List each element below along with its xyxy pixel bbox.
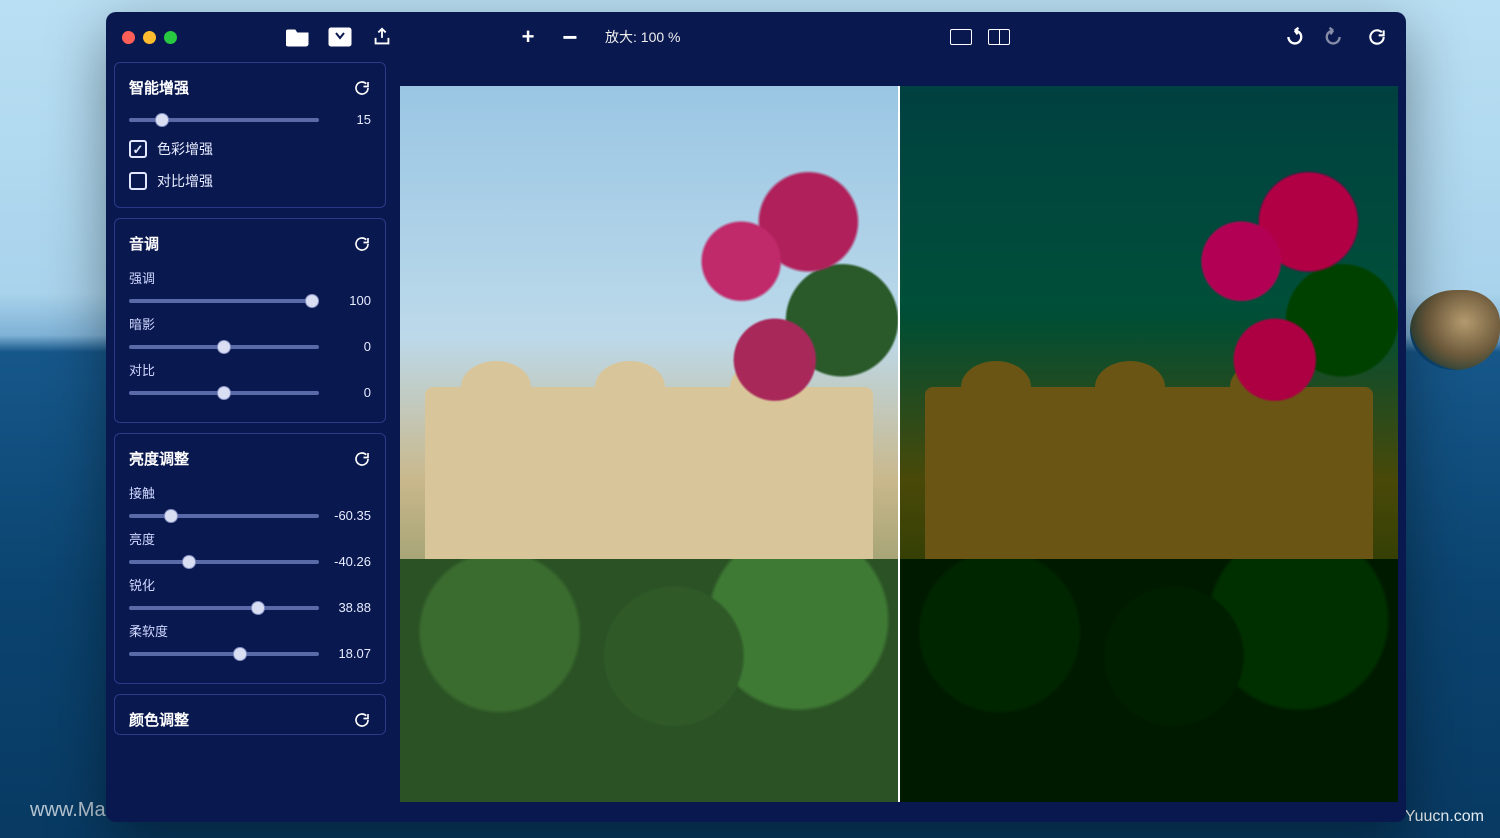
checkbox-label: 色彩增强 [157, 139, 213, 159]
highlights-slider[interactable] [129, 299, 319, 303]
open-folder-icon[interactable]: + [285, 26, 311, 48]
checkbox-icon [129, 172, 147, 190]
slider-value: -60.35 [327, 508, 371, 523]
maximize-window-button[interactable] [164, 31, 177, 44]
save-icon[interactable] [327, 26, 353, 48]
slider-label: 柔软度 [129, 621, 371, 640]
slider-value: 15 [327, 112, 371, 127]
exposure-slider[interactable] [129, 514, 319, 518]
slider-label: 暗影 [129, 314, 371, 333]
smart-enhance-slider[interactable] [129, 118, 319, 122]
zoom-label: 放大: 100 % [605, 27, 680, 47]
history-toolbar-group [1280, 26, 1390, 48]
close-window-button[interactable] [122, 31, 135, 44]
panel-title: 智能增强 [129, 77, 189, 98]
redo-button[interactable] [1322, 26, 1348, 48]
slider-label: 强调 [129, 268, 371, 287]
app-window: + + − 放大: 100 % [106, 12, 1406, 822]
file-toolbar-group: + [285, 26, 395, 48]
slider-label: 对比 [129, 360, 371, 379]
panel-smart-enhance: 智能增强 15 色彩增强 [114, 62, 386, 208]
panel-title: 颜色调整 [129, 709, 189, 730]
view-toolbar-group [950, 29, 1010, 45]
slider-value: 0 [327, 339, 371, 354]
svg-text:+: + [301, 35, 307, 46]
desktop-island [1410, 290, 1500, 370]
panel-brightness: 亮度调整 接触 -60.35 亮度 [114, 433, 386, 684]
share-icon[interactable] [369, 26, 395, 48]
shadows-slider[interactable] [129, 345, 319, 349]
slider-label: 亮度 [129, 529, 371, 548]
slider-value: 38.88 [327, 600, 371, 615]
sharpen-slider[interactable] [129, 606, 319, 610]
checkbox-contrast-enhance[interactable]: 对比增强 [129, 171, 371, 191]
contrast-slider[interactable] [129, 391, 319, 395]
softness-slider[interactable] [129, 652, 319, 656]
panel-tone: 音调 强调 100 暗影 [114, 218, 386, 423]
window-controls [122, 31, 177, 44]
slider-value: -40.26 [327, 554, 371, 569]
minimize-window-button[interactable] [143, 31, 156, 44]
sidebar[interactable]: 智能增强 15 色彩增强 [114, 62, 386, 814]
preview-split [400, 86, 1398, 802]
revert-button[interactable] [1364, 26, 1390, 48]
preview-after[interactable] [900, 86, 1398, 802]
desktop-background: www.MacW.com Yuucn.com + [0, 0, 1500, 838]
panel-title: 亮度调整 [129, 448, 189, 469]
zoom-out-button[interactable]: − [557, 26, 583, 48]
reset-icon[interactable] [353, 450, 371, 468]
slider-value: 100 [327, 293, 371, 308]
slider-label: 接触 [129, 483, 371, 502]
slider-label: 锐化 [129, 575, 371, 594]
reset-icon[interactable] [353, 79, 371, 97]
brightness-slider[interactable] [129, 560, 319, 564]
zoom-toolbar-group: + − 放大: 100 % [515, 26, 680, 48]
reset-icon[interactable] [353, 711, 371, 729]
single-view-button[interactable] [950, 29, 972, 45]
slider-value: 0 [327, 385, 371, 400]
panel-title: 音调 [129, 233, 159, 254]
checkbox-color-enhance[interactable]: 色彩增强 [129, 139, 371, 159]
titlebar: + + − 放大: 100 % [106, 12, 1406, 62]
split-view-button[interactable] [988, 29, 1010, 45]
reset-icon[interactable] [353, 235, 371, 253]
slider-value: 18.07 [327, 646, 371, 661]
zoom-in-button[interactable]: + [515, 26, 541, 48]
watermark-right: Yuucn.com [1405, 808, 1484, 826]
preview-before[interactable] [400, 86, 898, 802]
checkbox-label: 对比增强 [157, 171, 213, 191]
checkbox-icon [129, 140, 147, 158]
preview-area [400, 62, 1398, 814]
undo-button[interactable] [1280, 26, 1306, 48]
panel-color: 颜色调整 [114, 694, 386, 735]
